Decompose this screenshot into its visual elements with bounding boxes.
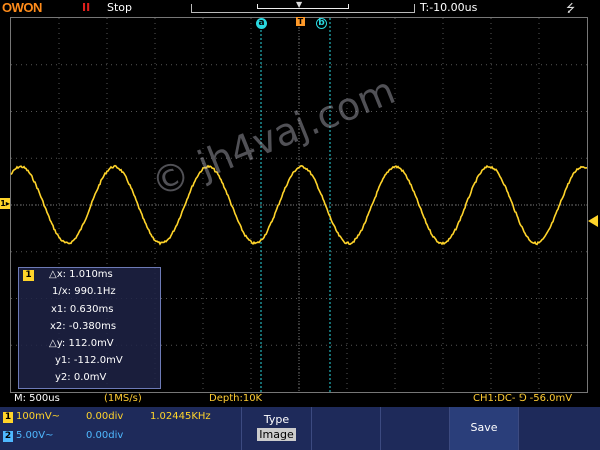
ch1-ground-marker[interactable]: 1▸ <box>0 198 10 209</box>
sample-rate: (1MS/s) <box>104 393 142 404</box>
y1-label: y1: <box>55 355 71 366</box>
ch2-badge: 2 <box>3 431 13 442</box>
dx-value: 1.010ms <box>69 269 113 280</box>
cursor-readout-panel: 1 △x: 1.010ms 1/x: 990.1Hz x1: 0.630ms x… <box>18 267 161 389</box>
top-status-bar: OWON II Stop ▼ T:-10.00us ⭍ <box>0 0 600 16</box>
dx-label: △x: <box>49 269 66 280</box>
y2-value: 0.0mV <box>73 372 107 383</box>
ch1-badge: 1 <box>3 412 13 423</box>
ch1-frequency: 1.02445KHz <box>150 411 211 422</box>
acquisition-state: Stop <box>107 1 133 14</box>
trigger-position-marker-icon: ▼ <box>296 0 303 9</box>
save-button[interactable]: Save <box>449 407 518 450</box>
type-label: Type <box>263 413 290 426</box>
record-depth: Depth:10K <box>209 393 263 404</box>
type-menu-button[interactable]: Type Image <box>241 407 311 450</box>
ch1-scale: 100mV~ <box>16 411 61 422</box>
trigger-time-marker[interactable]: T <box>296 17 305 26</box>
cursor-a-label[interactable]: a <box>256 18 267 29</box>
x1-label: x1: <box>51 304 67 315</box>
memory-view-window <box>257 4 349 9</box>
inv-dx-label: 1/x: <box>52 286 72 297</box>
y2-label: y2: <box>55 372 71 383</box>
x2-label: x2: <box>50 321 66 332</box>
trigger-level-arrow-icon[interactable] <box>588 215 598 227</box>
trigger-offset: T:-10.00us <box>420 1 478 14</box>
dy-label: △y: <box>49 338 66 349</box>
ch1-info-row[interactable]: 1 100mV~ 0.00div 1.02445KHz <box>0 409 240 426</box>
ch2-scale: 5.00V~ <box>16 430 54 441</box>
ch2-info-row[interactable]: 2 5.00V~ 0.00div <box>0 428 240 445</box>
y1-value: -112.0mV <box>73 355 123 366</box>
acquisition-status-bar: M: 500us (1MS/s) Depth:10K CH1:DC- ⅁ -56… <box>0 393 600 407</box>
trigger-status: CH1:DC- ⅁ -56.0mV <box>473 393 573 404</box>
timebase[interactable]: M: 500us <box>14 393 60 404</box>
readout-channel-badge: 1 <box>23 270 34 281</box>
ch1-offset: 0.00div <box>86 411 124 422</box>
cursor-b-label[interactable]: b <box>316 18 327 29</box>
menu-slot-3[interactable] <box>380 407 449 450</box>
brand-logo: OWON <box>2 0 42 15</box>
ch2-offset: 0.00div <box>86 430 124 441</box>
x2-value: -0.380ms <box>68 321 117 332</box>
inv-dx-value: 990.1Hz <box>74 286 116 297</box>
run-stop-icon[interactable]: II <box>82 1 90 14</box>
dy-value: 112.0mV <box>68 338 114 349</box>
x1-value: 0.630ms <box>69 304 114 315</box>
type-value: Image <box>257 428 296 441</box>
menu-slot-2[interactable] <box>311 407 380 450</box>
menu-slot-5[interactable] <box>518 407 600 450</box>
